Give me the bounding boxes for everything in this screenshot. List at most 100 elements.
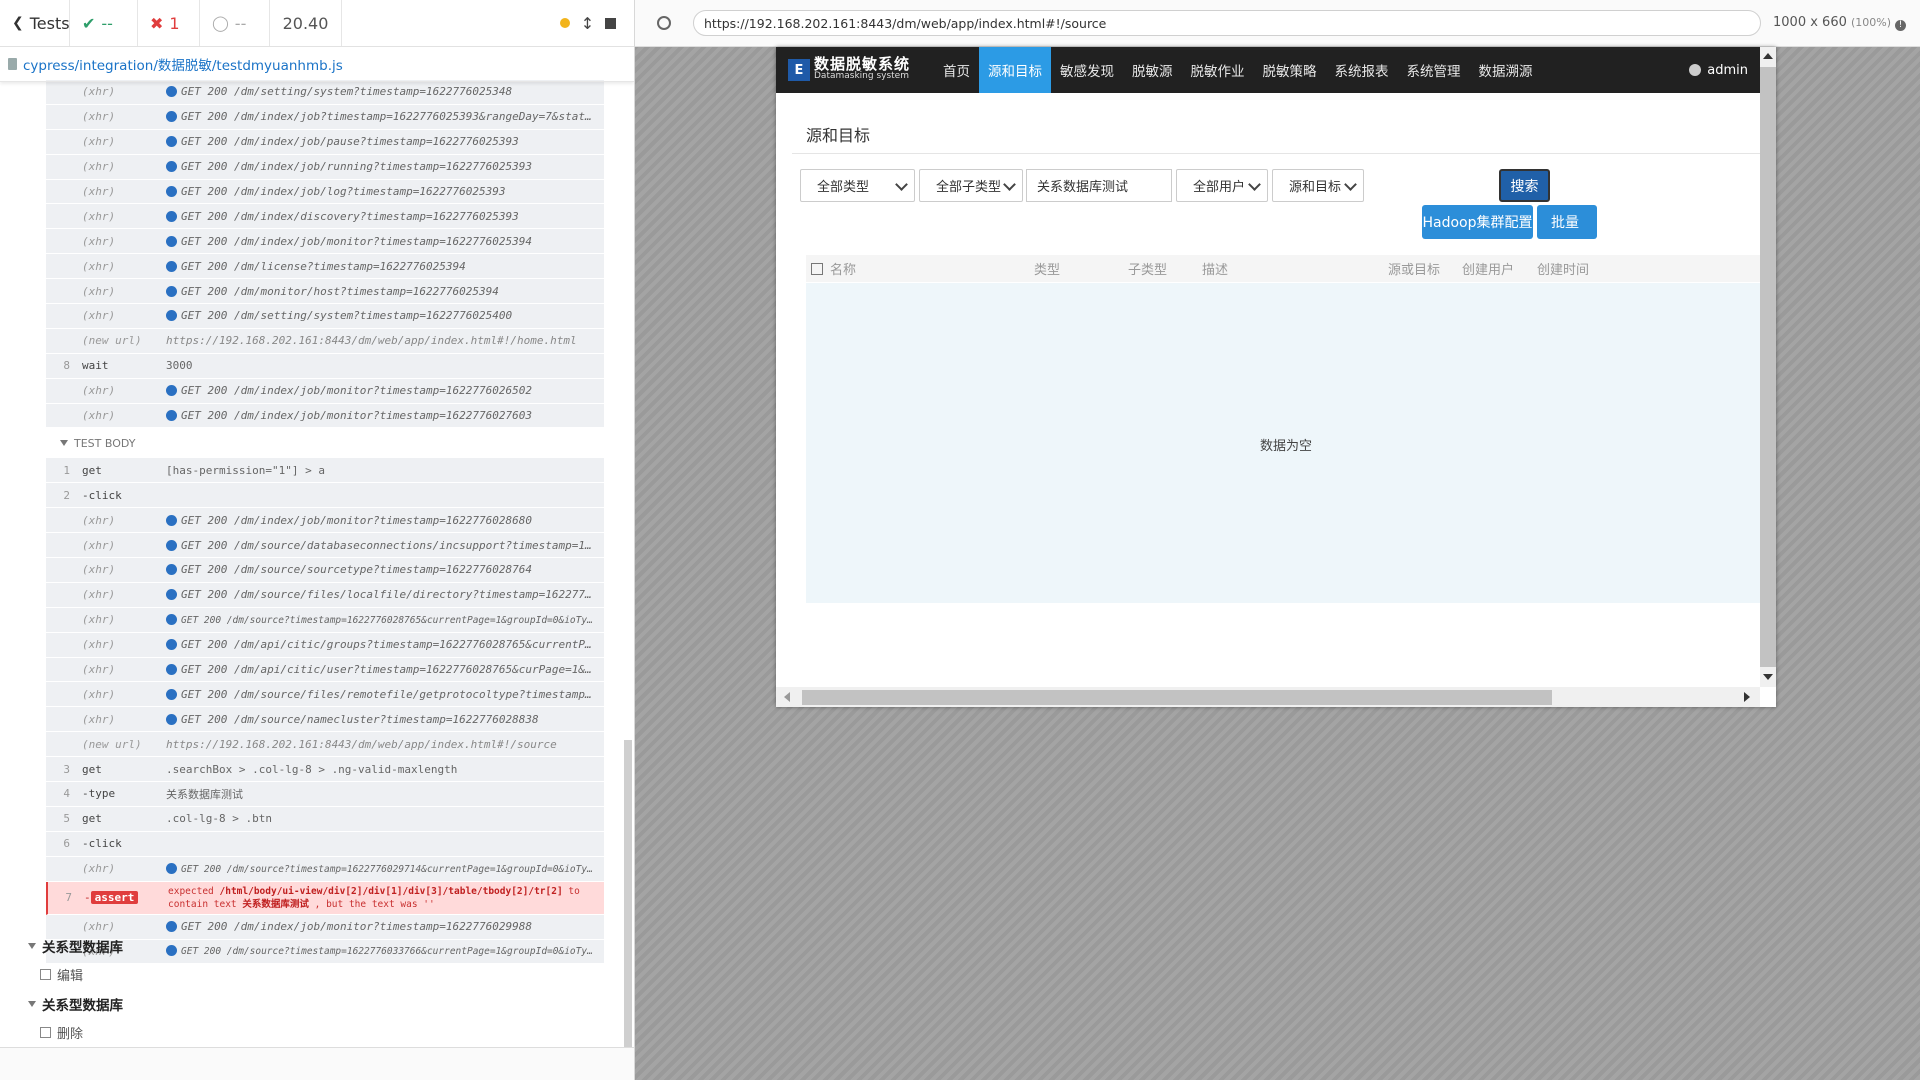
app-logo[interactable]: E 数据脱敏系统 Datamasking system [788, 57, 910, 82]
vertical-scroll-thumb[interactable] [1760, 67, 1776, 667]
command-row[interactable]: 8 wait 3000 [46, 353, 604, 379]
horizontal-scroll-thumb[interactable] [802, 690, 1552, 705]
nav-item[interactable]: 数据溯源 [1470, 47, 1542, 93]
select-all-checkbox[interactable] [811, 263, 823, 275]
back-to-tests-button[interactable]: ❮ Tests [0, 0, 70, 46]
failed-count[interactable]: ✖ 1 [138, 0, 200, 46]
command-row[interactable]: (xhr) GET 200 /dm/source?timestamp=162277… [46, 607, 604, 633]
passed-count[interactable]: ✔ -- [70, 0, 138, 46]
search-button[interactable]: 搜索 [1499, 169, 1550, 202]
scroll-left-icon[interactable] [784, 692, 790, 702]
scroll-down-icon[interactable] [1763, 674, 1773, 680]
command-row[interactable]: (xhr) GET 200 /dm/source?timestamp=162277… [46, 856, 604, 882]
info-icon[interactable]: ! [1895, 20, 1907, 31]
selector-playground-icon[interactable] [657, 16, 671, 30]
hook-commands: (xhr) GET 200 /dm/setting/system?timestam… [46, 80, 604, 429]
command-row[interactable]: (xhr) GET 200 /dm/monitor/host?timestamp=… [46, 279, 604, 305]
command-row[interactable]: (xhr) GET 200 /dm/setting/system?timestam… [46, 80, 604, 105]
chevron-down-icon [895, 178, 908, 191]
type-select[interactable]: 全部类型 [800, 169, 915, 202]
command-row[interactable]: (xhr) GET 200 /dm/index/job/log?timestamp… [46, 179, 604, 205]
column-header[interactable]: 描述 [1202, 259, 1228, 278]
command-row[interactable]: 5 get .col-lg-8 > .btn [46, 806, 604, 832]
failed-assert-row[interactable]: 7 - assert expected /html/body/ui-view/di… [46, 881, 604, 915]
pending-count[interactable]: ◯ -- [200, 0, 270, 46]
suite-title[interactable]: 关系型数据库 [28, 936, 123, 956]
command-row[interactable]: (xhr) GET 200 /dm/index/job/running?times… [46, 154, 604, 180]
command-row[interactable]: 6 -click [46, 831, 604, 857]
column-header[interactable]: 名称 [830, 259, 856, 278]
test-item-delete[interactable]: 删除 [40, 1023, 83, 1042]
command-row[interactable]: (xhr) GET 200 /dm/source/files/remotefile… [46, 682, 604, 708]
batch-button[interactable]: 批量 [1537, 205, 1597, 239]
xhr-status-icon [166, 86, 177, 98]
xhr-status-icon [166, 210, 177, 222]
run-controls: ↕ [542, 0, 634, 46]
failed-value: 1 [169, 13, 180, 33]
auto-scroll-icon[interactable]: ↕ [581, 14, 594, 33]
command-row[interactable]: (xhr) GET 200 /dm/source?timestamp=162277… [46, 939, 604, 965]
command-row[interactable]: (xhr) GET 200 /dm/setting/system?timestam… [46, 304, 604, 329]
aut-header: https://192.168.202.161:8443/dm/web/app/… [635, 0, 1920, 47]
command-row[interactable]: (xhr) GET 200 /dm/source/files/localfile/… [46, 582, 604, 608]
command-row[interactable]: (xhr) GET 200 /dm/index/discovery?timesta… [46, 204, 604, 230]
command-row[interactable]: (xhr) GET 200 /dm/index/job/monitor?times… [46, 229, 604, 255]
column-header[interactable]: 创建用户 [1462, 259, 1514, 278]
nav-menu: 首页 源和目标 敏感发现 脱敏源 脱敏作业 脱敏策略 系统报表 系统管理 数据溯源 [934, 47, 1542, 93]
command-row[interactable]: (new url) https://192.168.202.161:8443/dm… [46, 732, 604, 758]
nav-item[interactable]: 源和目标 [979, 47, 1052, 93]
command-row[interactable]: (xhr) GET 200 /dm/index/job/monitor?times… [46, 914, 604, 940]
user-menu[interactable]: admin [1689, 63, 1748, 78]
test-item-edit[interactable]: 编辑 [40, 965, 83, 984]
command-row[interactable]: (xhr) GET 200 /dm/source/sourcetype?times… [46, 558, 604, 583]
command-row[interactable]: (xhr) GET 200 /dm/source/databaseconnecti… [46, 533, 604, 559]
subtype-select[interactable]: 全部子类型 [919, 169, 1023, 202]
command-row[interactable]: (new url) https://192.168.202.161:8443/dm… [46, 328, 604, 354]
xhr-status-icon [166, 111, 177, 123]
chevron-down-icon [1344, 178, 1357, 191]
command-row[interactable]: 2 -click [46, 483, 604, 509]
column-header[interactable]: 子类型 [1128, 259, 1167, 278]
app-navbar: E 数据脱敏系统 Datamasking system 首页 源和目标 敏感发现 脱敏… [776, 47, 1776, 93]
test-body-header[interactable]: TEST BODY [46, 428, 604, 459]
command-row[interactable]: (xhr) GET 200 /dm/index/job?timestamp=162… [46, 104, 604, 130]
command-row[interactable]: (xhr) GET 200 /dm/index/job/monitor?times… [46, 378, 604, 404]
reporter-scrollbar[interactable] [624, 740, 632, 1080]
command-row[interactable]: 3 get .searchBox > .col-lg-8 > .ng-valid-m… [46, 757, 604, 783]
user-select[interactable]: 全部用户 [1176, 169, 1268, 202]
command-row[interactable]: (xhr) GET 200 /dm/source/namecluster?time… [46, 707, 604, 733]
file-icon [8, 58, 17, 70]
keyword-input[interactable]: 关系数据库测试 [1026, 169, 1172, 202]
nav-item[interactable]: 首页 [934, 47, 979, 93]
command-row[interactable]: (xhr) GET 200 /dm/api/citic/groups?timest… [46, 632, 604, 658]
command-row[interactable]: (xhr) GET 200 /dm/index/job/monitor?times… [46, 508, 604, 534]
url-bar[interactable]: https://192.168.202.161:8443/dm/web/app/… [693, 10, 1761, 36]
io-select[interactable]: 源和目标 [1272, 169, 1364, 202]
xhr-status-icon [166, 639, 177, 651]
nav-item[interactable]: 脱敏作业 [1182, 47, 1254, 93]
nav-item[interactable]: 敏感发现 [1051, 47, 1123, 93]
nav-item[interactable]: 系统管理 [1398, 47, 1470, 93]
column-header[interactable]: 源或目标 [1388, 259, 1440, 278]
command-row[interactable]: 4 -type 关系数据库测试 [46, 782, 604, 807]
xhr-status-icon [166, 235, 177, 247]
command-row[interactable]: (xhr) GET 200 /dm/index/job/monitor?times… [46, 403, 604, 429]
nav-item[interactable]: 系统报表 [1326, 47, 1398, 93]
column-header[interactable]: 类型 [1034, 259, 1060, 278]
stop-icon[interactable] [605, 17, 617, 29]
command-row[interactable]: (xhr) GET 200 /dm/license?timestamp=16227… [46, 254, 604, 280]
hadoop-config-button[interactable]: Hadoop集群配置 [1422, 205, 1533, 239]
scroll-up-icon[interactable] [1763, 53, 1773, 59]
command-row[interactable]: (xhr) GET 200 /dm/index/job/pause?timesta… [46, 129, 604, 155]
scroll-right-icon[interactable] [1744, 692, 1750, 702]
check-icon: ✔ [82, 13, 96, 33]
nav-item[interactable]: 脱敏策略 [1254, 47, 1326, 93]
command-row[interactable]: (xhr) GET 200 /dm/api/citic/user?timestam… [46, 657, 604, 683]
xhr-status-icon [166, 310, 177, 322]
command-row[interactable]: 1 get [has-permission="1"] > a [46, 458, 604, 484]
nav-item[interactable]: 脱敏源 [1123, 47, 1182, 93]
spec-path[interactable]: cypress/integration/数据脱敏/testdmyuanhmb.j… [0, 47, 634, 82]
column-header[interactable]: 创建时间 [1537, 259, 1589, 278]
caret-down-icon [60, 440, 68, 447]
suite-title[interactable]: 关系型数据库 [28, 994, 123, 1014]
